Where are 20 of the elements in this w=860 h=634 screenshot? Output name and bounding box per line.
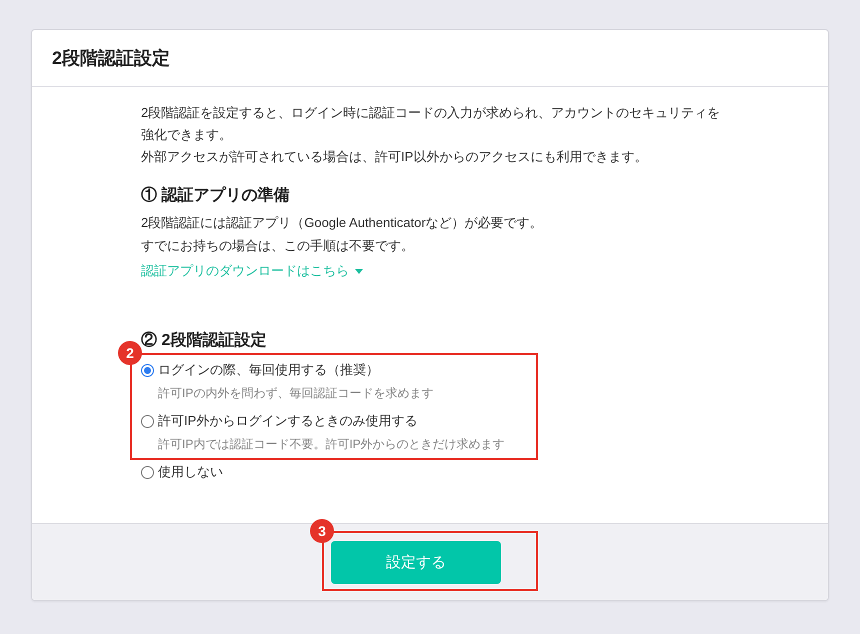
panel-title: 2段階認証設定 [52, 47, 170, 70]
radio-button[interactable] [141, 414, 154, 428]
intro-text: 2段階認証を設定すると、ログイン時に認証コードの入力が求められ、アカウントのセキュリティを強化できます。 [141, 104, 722, 144]
option-label: 許可IP外からログインするときのみ使用する [158, 412, 418, 430]
option-description: 許可IP内では認証コード不要。許可IP外からのときだけ求めます [157, 436, 506, 453]
section-heading: ② 2段階認証設定 [141, 330, 268, 351]
download-link[interactable]: 認証アプリのダウンロードはこちら [141, 260, 363, 282]
option-description: 許可IPの内外を問わず、毎回認証コードを求めます [157, 385, 434, 402]
caret-icon [355, 268, 363, 274]
option-label: ログインの際、毎回使用する（推奨） [158, 361, 379, 379]
intro-text: 外部アクセスが許可されている場合は、許可IP以外からのアクセスにも利用できます。 [141, 148, 648, 166]
section-text: すでにお持ちの場合は、この手順は不要です。 [141, 237, 415, 255]
radio-button[interactable] [141, 466, 154, 478]
option-label: 使用しない [158, 463, 223, 481]
step-badge: 2 [118, 341, 142, 365]
radio-button[interactable] [141, 364, 154, 376]
step-badge: 3 [310, 519, 334, 543]
submit-button[interactable]: 設定する [331, 541, 501, 584]
section-heading: ① 認証アプリの準備 [141, 185, 290, 206]
section-text: 2段階認証には認証アプリ（Google Authenticatorなど）が必要です。 [141, 214, 544, 232]
